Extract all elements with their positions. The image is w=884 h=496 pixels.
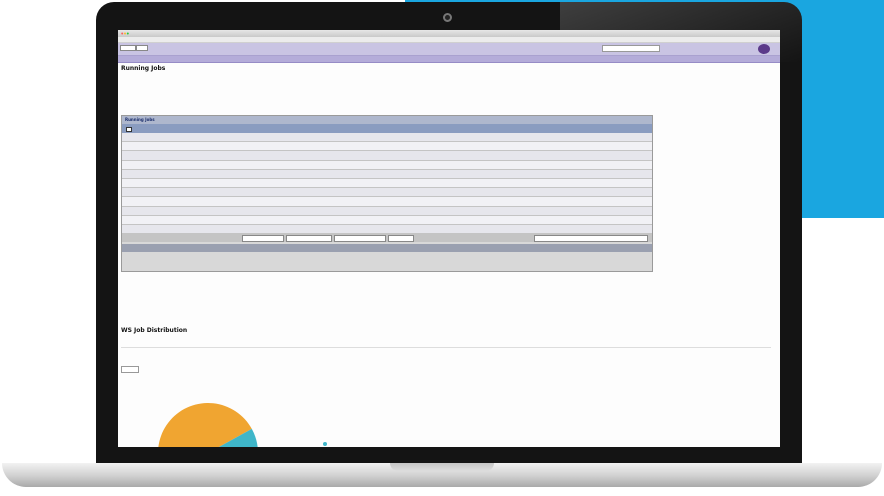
job-distribution-pie-chart [158,383,298,447]
filter-row [122,233,652,242]
filter-input[interactable] [286,235,332,242]
page-title: Running Jobs [121,65,166,72]
panel-title: Running Jobs [122,116,652,124]
browser-window: Running Jobs Running Jobs WS Job Distrib… [118,30,780,447]
filter-input[interactable] [388,235,414,242]
table-row[interactable] [122,133,652,143]
header-button-1[interactable] [120,45,136,51]
table-row[interactable] [122,215,652,225]
table-row[interactable] [122,188,652,198]
camera-icon [443,13,452,22]
pie-chart-svg [158,403,258,447]
chart-control[interactable] [121,366,139,373]
app-header [118,43,780,56]
filter-input[interactable] [242,235,284,242]
table-header [122,124,652,133]
table-row[interactable] [122,151,652,161]
browser-titlebar [118,30,780,37]
table-row[interactable] [122,206,652,216]
window-controls-icon[interactable] [121,32,129,35]
main-nav [118,56,780,63]
running-jobs-panel: Running Jobs [121,115,653,272]
filter-input[interactable] [334,235,386,242]
header-button-2[interactable] [136,45,148,51]
jobs-table-body [122,133,652,235]
table-row[interactable] [122,197,652,207]
table-row[interactable] [122,160,652,170]
table-row[interactable] [122,142,652,152]
select-all-checkbox[interactable] [126,127,132,132]
legend-swatch [323,442,327,446]
table-row[interactable] [122,169,652,179]
laptop-notch [390,463,494,471]
app-logo-icon [758,44,770,54]
table-row[interactable] [122,178,652,189]
section-title: WS Job Distribution [121,327,188,334]
table-pager [122,244,652,252]
filter-input[interactable] [534,235,648,242]
divider [121,347,771,348]
search-input[interactable] [602,45,660,52]
